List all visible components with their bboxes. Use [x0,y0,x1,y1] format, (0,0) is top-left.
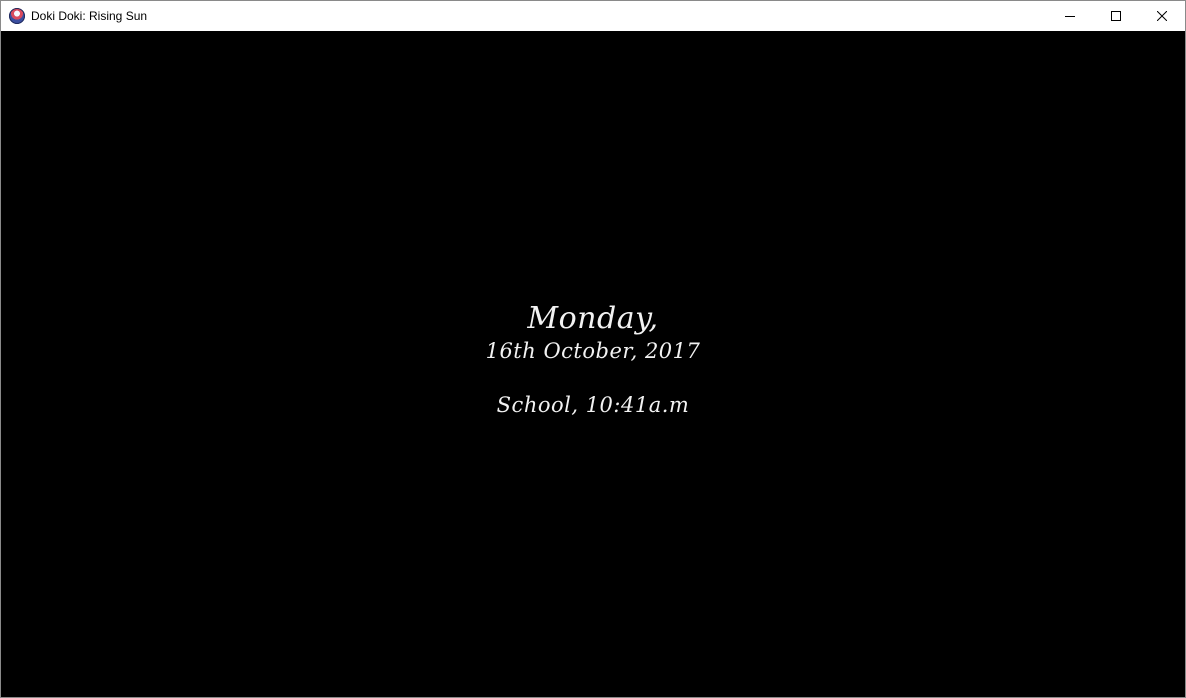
time-location-label: School, 10:41a.m [496,393,690,417]
close-icon [1157,11,1167,21]
minimize-button[interactable] [1047,1,1093,31]
title-bar[interactable]: Doki Doki: Rising Sun [1,1,1185,31]
window-title: Doki Doki: Rising Sun [31,9,148,23]
maximize-button[interactable] [1093,1,1139,31]
close-button[interactable] [1139,1,1185,31]
minimize-icon [1065,16,1075,17]
date-label: 16th October, 2017 [485,339,701,363]
game-window: Doki Doki: Rising Sun Monday, 16th Octob… [0,0,1186,698]
day-label: Monday, [527,301,659,336]
game-screen[interactable]: Monday, 16th October, 2017 School, 10:41… [1,31,1185,697]
app-icon [9,8,25,24]
maximize-icon [1111,11,1121,21]
window-controls [1047,1,1185,31]
